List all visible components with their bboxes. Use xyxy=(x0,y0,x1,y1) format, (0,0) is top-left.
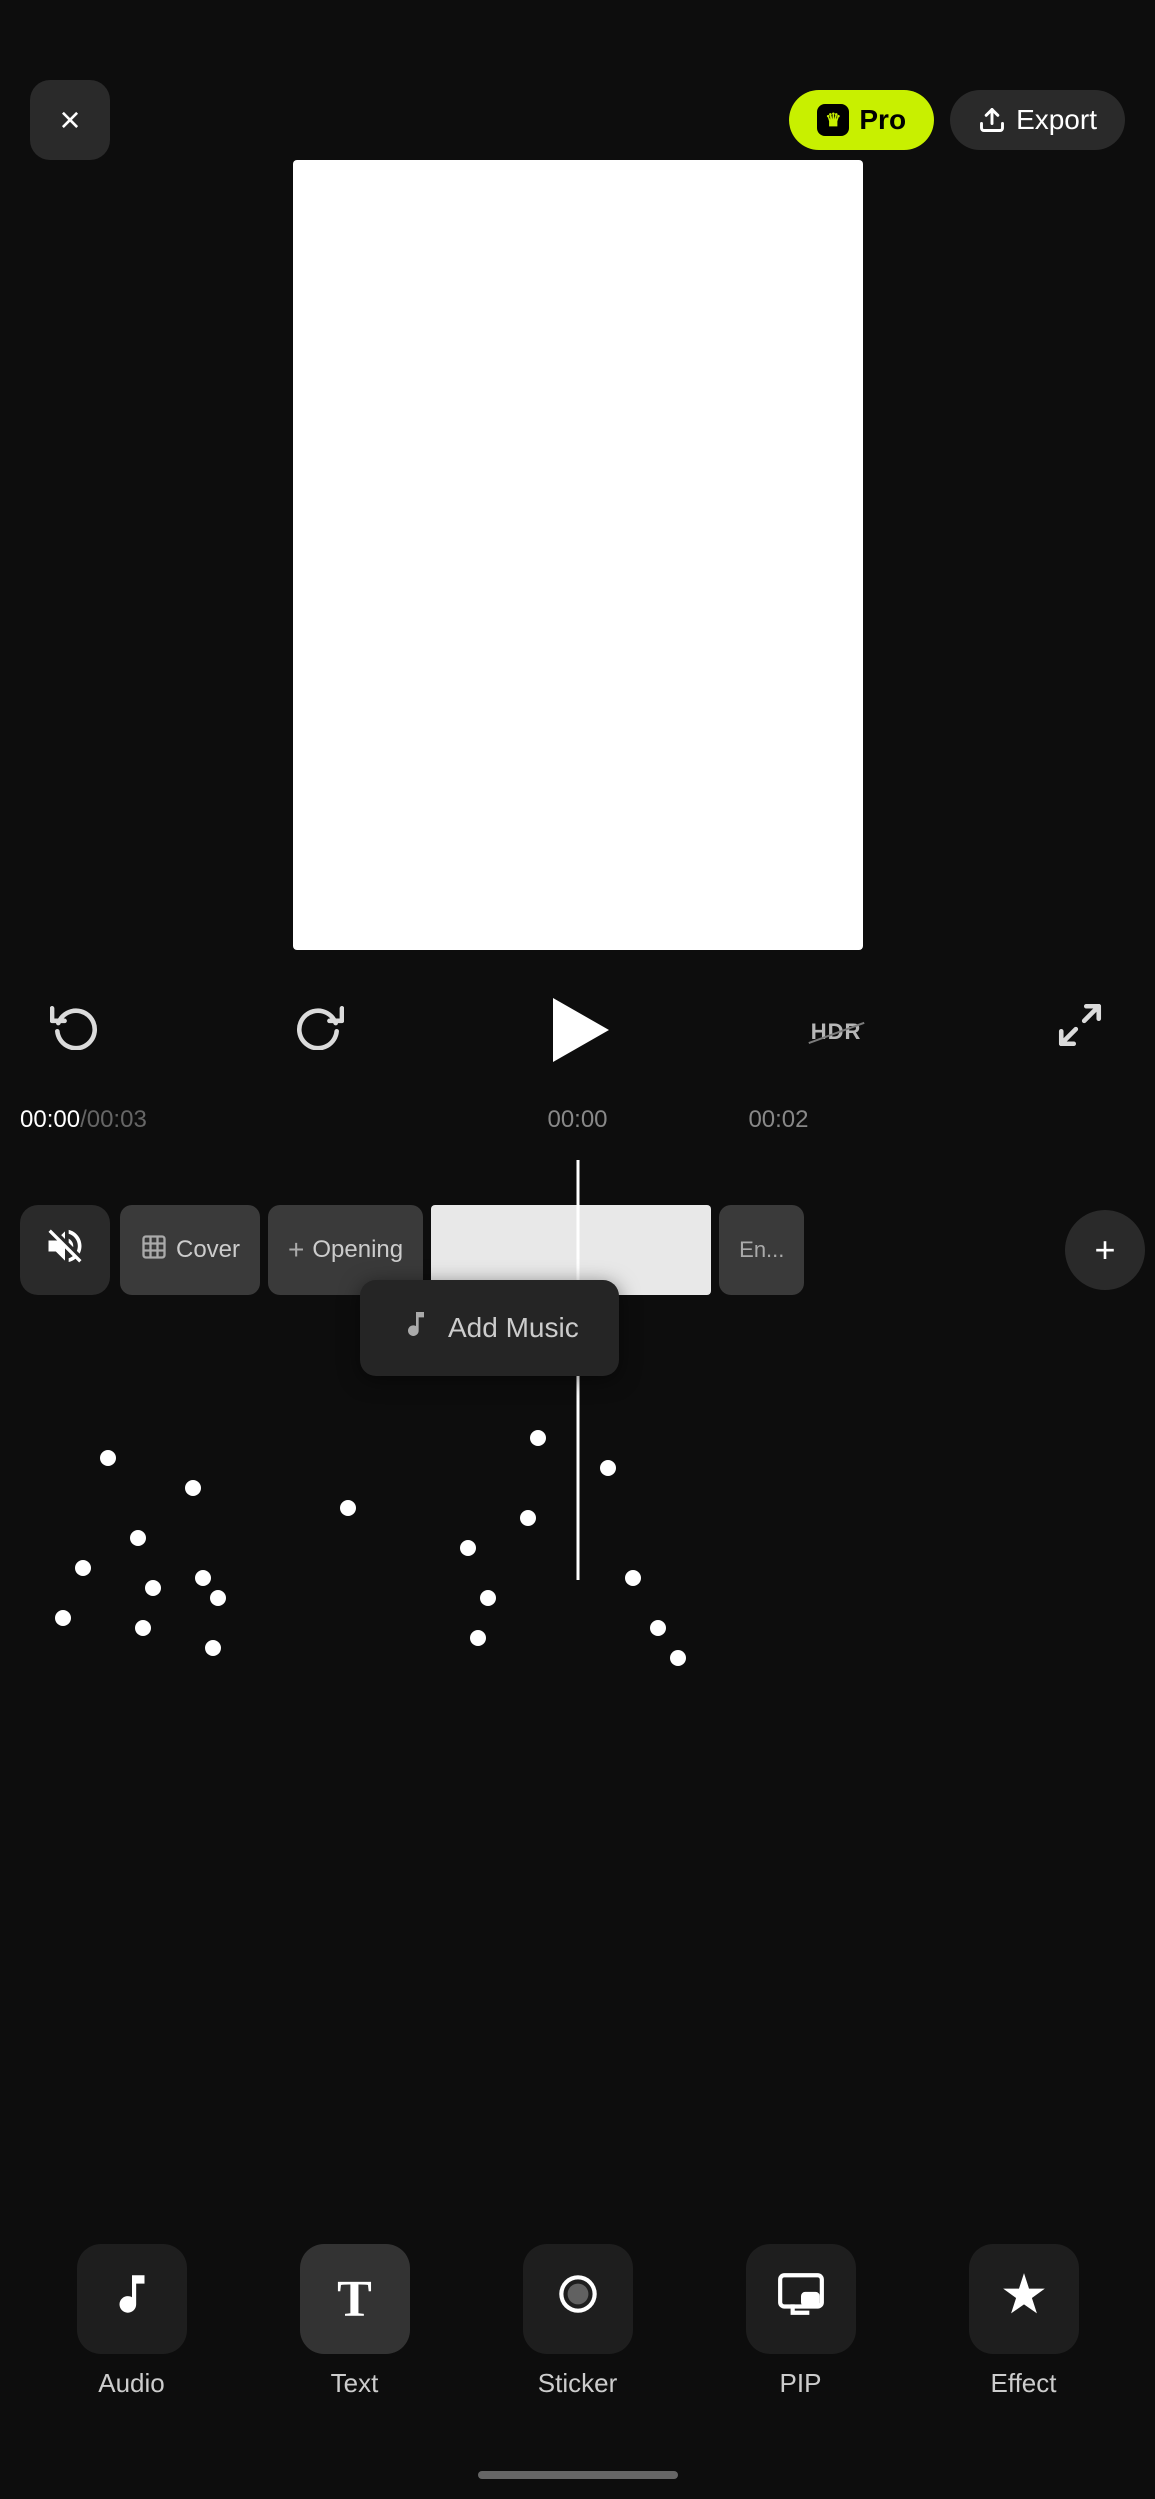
fullscreen-button[interactable] xyxy=(1055,1000,1105,1060)
particle xyxy=(480,1590,496,1606)
hdr-button[interactable]: HDR xyxy=(811,1014,862,1046)
tool-sticker[interactable]: Sticker xyxy=(523,2244,633,2399)
particle xyxy=(55,1610,71,1626)
redo-icon xyxy=(294,1000,344,1050)
effect-icon xyxy=(999,2269,1049,2330)
bottom-toolbar: Audio T Text Sticker xyxy=(0,2244,1155,2399)
home-indicator xyxy=(478,2471,678,2479)
pro-label: Pro xyxy=(859,104,906,136)
particle xyxy=(135,1620,151,1636)
hdr-strikethrough xyxy=(808,1022,864,1044)
particle xyxy=(145,1580,161,1596)
particle xyxy=(210,1590,226,1606)
redo-button[interactable] xyxy=(294,1000,344,1060)
text-icon: T xyxy=(337,2270,372,2329)
pip-icon-bg xyxy=(746,2244,856,2354)
music-note-icon xyxy=(400,1308,432,1348)
top-bar: × Pro Export xyxy=(0,80,1155,160)
clip-cover[interactable]: Cover xyxy=(120,1205,260,1295)
pip-label: PIP xyxy=(780,2368,822,2399)
export-button[interactable]: Export xyxy=(950,90,1125,150)
cover-label: Cover xyxy=(176,1236,240,1264)
timecode-mid: 00:00 xyxy=(547,1106,607,1134)
particle xyxy=(100,1450,116,1466)
particle xyxy=(75,1560,91,1576)
particle xyxy=(130,1530,146,1546)
timeline-section: 00:00 / 00:03 00:00 00:02 xyxy=(0,1090,1155,1150)
audio-icon-bg xyxy=(77,2244,187,2354)
add-music-popup[interactable]: Add Music xyxy=(360,1280,619,1376)
pip-icon xyxy=(776,2269,826,2330)
timecode-right: 00:02 xyxy=(748,1106,808,1134)
controls-bar: HDR xyxy=(0,990,1155,1070)
top-right-actions: Pro Export xyxy=(789,90,1125,150)
audio-icon xyxy=(107,2269,157,2330)
close-icon: × xyxy=(59,99,80,141)
pro-button[interactable]: Pro xyxy=(789,90,934,150)
upload-icon xyxy=(978,106,1006,134)
ending-label: En... xyxy=(739,1237,784,1263)
undo-icon xyxy=(50,1000,100,1050)
particle xyxy=(340,1500,356,1516)
sticker-icon-bg xyxy=(523,2244,633,2354)
fullscreen-icon xyxy=(1055,1000,1105,1050)
timecodes-row: 00:00 / 00:03 00:00 00:02 xyxy=(0,1090,1155,1150)
hdr-icon: HDR xyxy=(811,1019,862,1044)
add-clip-button[interactable]: + xyxy=(1065,1210,1145,1290)
audio-label: Audio xyxy=(98,2368,165,2399)
opening-plus-icon: + xyxy=(288,1234,304,1266)
mute-button[interactable] xyxy=(20,1205,110,1295)
pro-crown-icon xyxy=(817,104,849,136)
effect-icon-bg xyxy=(969,2244,1079,2354)
clip-ending[interactable]: En... xyxy=(719,1205,804,1295)
mute-icon xyxy=(43,1224,87,1277)
particle xyxy=(460,1540,476,1556)
cover-icon xyxy=(140,1233,168,1268)
particle xyxy=(650,1620,666,1636)
particle xyxy=(195,1570,211,1586)
timecode-current: 00:00 xyxy=(20,1106,80,1134)
opening-label: Opening xyxy=(312,1236,403,1264)
tool-effect[interactable]: Effect xyxy=(969,2244,1079,2399)
undo-button[interactable] xyxy=(50,1000,100,1060)
sticker-icon xyxy=(553,2269,603,2330)
particle xyxy=(670,1650,686,1666)
text-icon-bg: T xyxy=(300,2244,410,2354)
export-label: Export xyxy=(1016,104,1097,136)
play-button[interactable] xyxy=(537,990,617,1070)
timecode-total: 00:03 xyxy=(87,1106,147,1134)
tool-audio[interactable]: Audio xyxy=(77,2244,187,2399)
tool-text[interactable]: T Text xyxy=(300,2244,410,2399)
add-music-label: Add Music xyxy=(448,1312,579,1344)
text-label: Text xyxy=(331,2368,379,2399)
particle xyxy=(600,1460,616,1476)
particle xyxy=(520,1510,536,1526)
particle xyxy=(625,1570,641,1586)
video-canvas xyxy=(293,160,863,950)
play-icon xyxy=(553,998,609,1062)
particle xyxy=(530,1430,546,1446)
particle xyxy=(185,1480,201,1496)
sticker-label: Sticker xyxy=(538,2368,617,2399)
particle xyxy=(470,1630,486,1646)
timecode-divider: / xyxy=(80,1106,87,1134)
effect-label: Effect xyxy=(990,2368,1056,2399)
tool-pip[interactable]: PIP xyxy=(746,2244,856,2399)
particle xyxy=(205,1640,221,1656)
close-button[interactable]: × xyxy=(30,80,110,160)
add-clip-icon: + xyxy=(1094,1232,1115,1268)
